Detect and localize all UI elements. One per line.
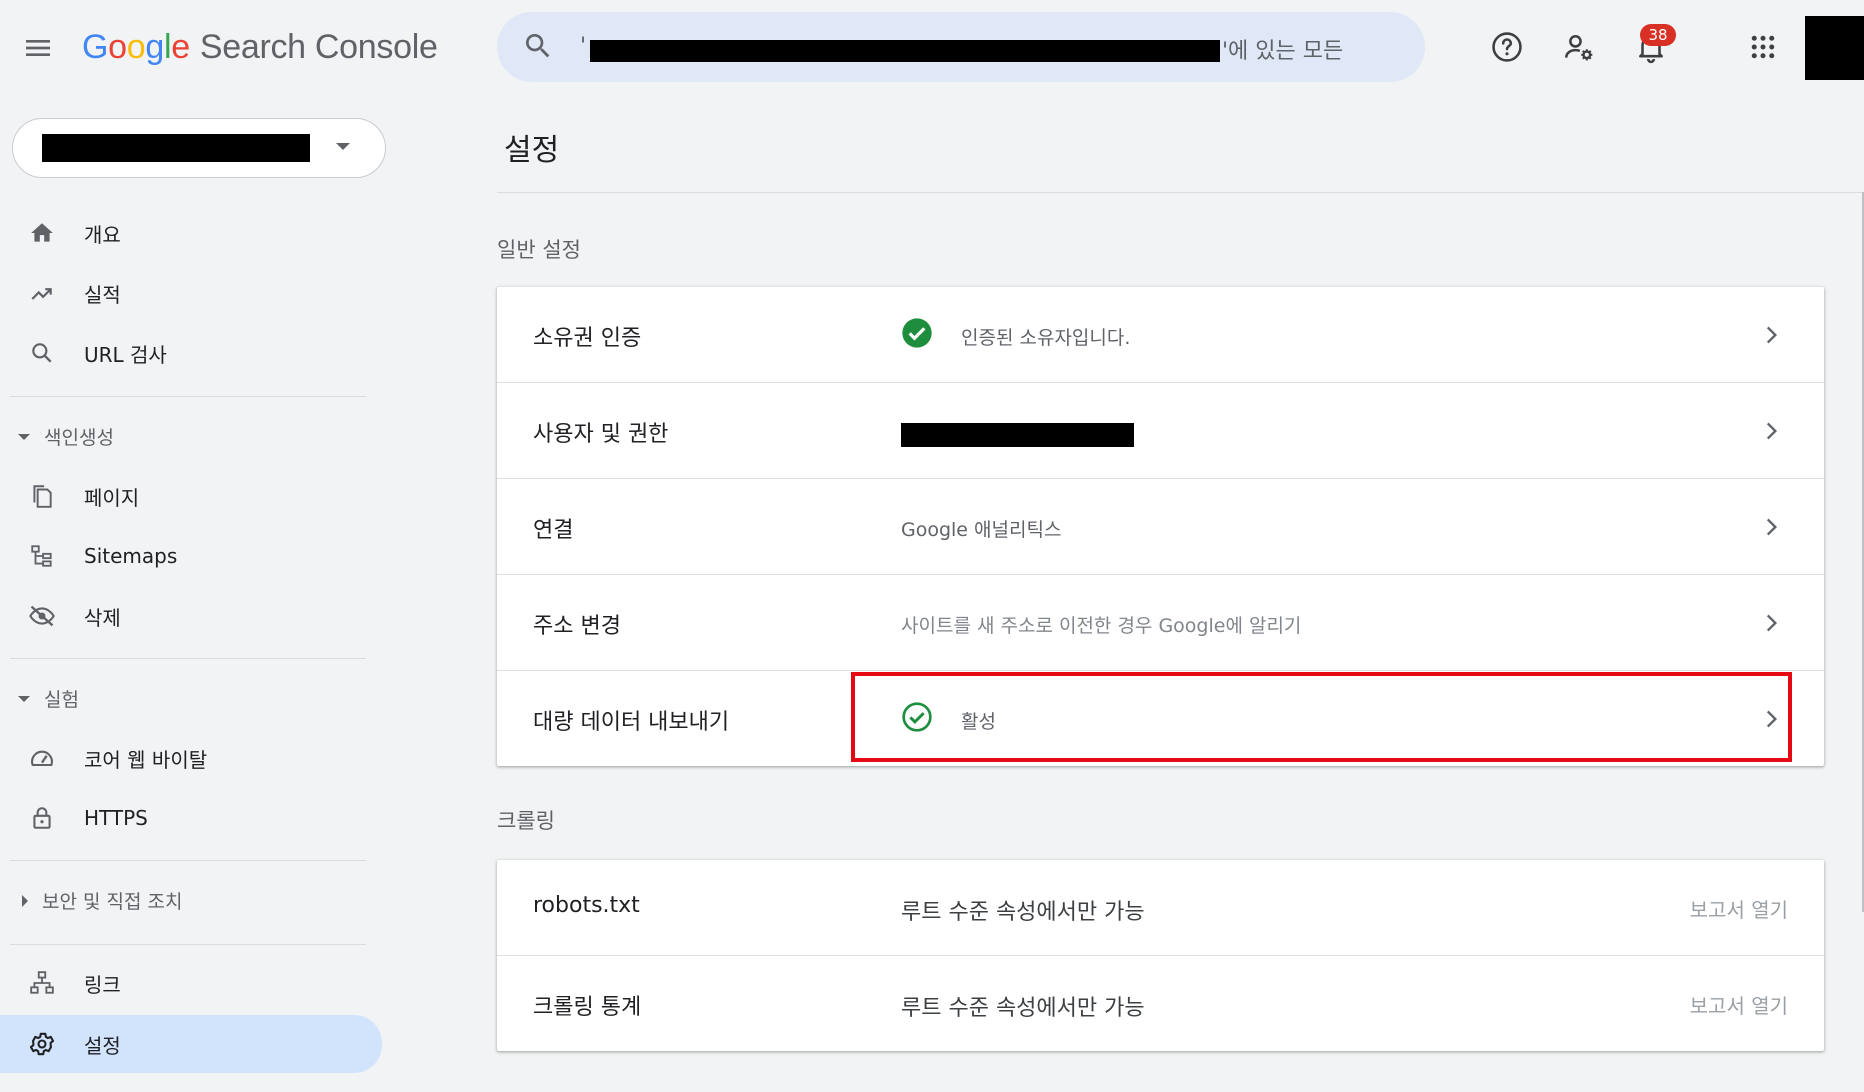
redacted-property-name	[42, 134, 310, 162]
row-value: Google 애널리틱스	[901, 519, 1062, 541]
row-value: 루트 수준 속성에서만 가능	[901, 900, 1145, 925]
sidebar-item-overview[interactable]: 개요	[0, 205, 382, 261]
product-name: Search Console	[199, 28, 438, 66]
collapse-caret-icon	[18, 433, 30, 440]
sidebar-divider	[10, 860, 366, 861]
settings-row-robots-txt: robots.txt 루트 수준 속성에서만 가능 보고서 열기	[497, 860, 1824, 956]
row-label: 대량 데이터 내보내기	[533, 710, 730, 735]
crawling-heading: 크롤링	[497, 809, 555, 833]
section-label: 색인생성	[44, 427, 114, 449]
section-label: 실험	[44, 689, 79, 711]
row-label: 사용자 및 권한	[533, 422, 669, 447]
sidebar-item-pages[interactable]: 페이지	[0, 468, 382, 524]
sidebar-item-sitemaps[interactable]: Sitemaps	[0, 528, 382, 584]
sidebar-section-security[interactable]: 보안 및 직접 조치	[18, 887, 182, 914]
search-icon[interactable]	[522, 30, 554, 62]
google-apps-icon[interactable]	[1748, 32, 1778, 62]
home-icon	[28, 219, 56, 247]
row-label: robots.txt	[533, 893, 640, 918]
search-text-quote: '	[580, 34, 587, 59]
sidebar-item-performance[interactable]: 실적	[0, 265, 382, 321]
sidebar-item-settings[interactable]: 설정	[0, 1015, 382, 1073]
chevron-right-icon[interactable]	[1758, 322, 1784, 348]
logo-letter: o	[108, 28, 127, 66]
sidebar-item-label: Sitemaps	[84, 544, 178, 568]
search-icon	[28, 339, 56, 367]
search-console-logo[interactable]: Google Search Console	[82, 28, 438, 67]
sidebar-item-label: 설정	[84, 1033, 121, 1058]
pages-icon	[28, 482, 56, 510]
settings-row-users-permissions[interactable]: 사용자 및 권한	[497, 383, 1824, 479]
sidebar-divider	[10, 658, 366, 659]
sidebar-divider	[10, 944, 366, 945]
sidebar-item-removals[interactable]: 삭제	[0, 588, 382, 644]
trending-up-icon	[28, 279, 56, 307]
search-input[interactable]: '에 있는 모든	[1222, 33, 1343, 65]
account-avatar[interactable]	[1805, 16, 1864, 80]
user-settings-icon[interactable]	[1562, 30, 1596, 64]
sidebar-item-label: 링크	[84, 972, 121, 997]
sidebar-item-label: 코어 웹 바이탈	[84, 747, 208, 772]
help-icon[interactable]	[1490, 30, 1524, 64]
general-settings-heading: 일반 설정	[497, 238, 581, 262]
logo-letter: g	[145, 28, 164, 66]
sidebar-item-core-web-vitals[interactable]: 코어 웹 바이탈	[0, 730, 382, 786]
settings-row-associations[interactable]: 연결 Google 애널리틱스	[497, 479, 1824, 575]
sidebar-item-links[interactable]: 링크	[0, 955, 382, 1011]
notification-count-badge: 38	[1640, 24, 1676, 46]
row-value: 인증된 소유자입니다.	[961, 327, 1131, 349]
dropdown-arrow-icon[interactable]	[336, 143, 350, 150]
sidebar-item-label: HTTPS	[84, 806, 148, 830]
row-label: 소유권 인증	[533, 326, 642, 351]
row-value: 사이트를 새 주소로 이전한 경우 Google에 알리기	[901, 615, 1302, 637]
logo-letter: G	[82, 28, 109, 66]
redacted-user-info	[901, 423, 1134, 447]
settings-row-crawl-stats: 크롤링 통계 루트 수준 속성에서만 가능 보고서 열기	[497, 956, 1824, 1051]
sidebar-divider	[10, 396, 366, 397]
chevron-right-icon[interactable]	[1758, 418, 1784, 444]
expand-caret-icon	[22, 894, 28, 907]
row-label: 연결	[533, 518, 574, 543]
eye-off-icon	[28, 602, 56, 630]
highlight-annotation-box	[851, 672, 1792, 762]
sidebar-item-label: 실적	[84, 282, 121, 307]
section-label: 보안 및 직접 조치	[42, 891, 183, 913]
sidebar-item-label: URL 검사	[84, 342, 167, 367]
sitemap-icon	[28, 542, 56, 570]
open-report-link[interactable]: 보고서 열기	[1690, 894, 1788, 923]
lock-icon	[28, 804, 56, 832]
row-value: 루트 수준 속성에서만 가능	[901, 996, 1145, 1021]
row-label: 주소 변경	[533, 614, 621, 639]
logo-letter: e	[171, 28, 190, 66]
sidebar-item-label: 개요	[84, 222, 121, 247]
crawling-card: robots.txt 루트 수준 속성에서만 가능 보고서 열기 크롤링 통계 …	[497, 860, 1824, 1051]
row-label: 크롤링 통계	[533, 995, 642, 1020]
sidebar-item-label: 페이지	[84, 485, 140, 510]
collapse-caret-icon	[18, 695, 30, 702]
sidebar-section-experience[interactable]: 실험	[18, 685, 79, 712]
open-report-link[interactable]: 보고서 열기	[1690, 990, 1788, 1019]
chevron-right-icon[interactable]	[1758, 514, 1784, 540]
header-divider	[497, 192, 1864, 193]
sidebar-item-https[interactable]: HTTPS	[0, 790, 382, 846]
check-circle-filled-icon	[901, 317, 933, 349]
logo-letter: o	[126, 28, 146, 66]
gear-icon	[28, 1030, 56, 1058]
sidebar-item-label: 삭제	[84, 605, 121, 630]
settings-row-ownership[interactable]: 소유권 인증 인증된 소유자입니다.	[497, 287, 1824, 383]
chevron-right-icon[interactable]	[1758, 610, 1784, 636]
main-menu-button[interactable]	[22, 32, 60, 70]
redacted-url	[590, 40, 1220, 62]
sidebar-item-url-inspection[interactable]: URL 검사	[0, 325, 382, 381]
gauge-icon	[28, 744, 56, 772]
links-icon	[28, 969, 56, 997]
settings-row-change-of-address[interactable]: 주소 변경 사이트를 새 주소로 이전한 경우 Google에 알리기	[497, 575, 1824, 671]
menu-icon	[26, 40, 50, 56]
page-title: 설정	[504, 133, 560, 168]
sidebar-section-indexing[interactable]: 색인생성	[18, 423, 114, 450]
